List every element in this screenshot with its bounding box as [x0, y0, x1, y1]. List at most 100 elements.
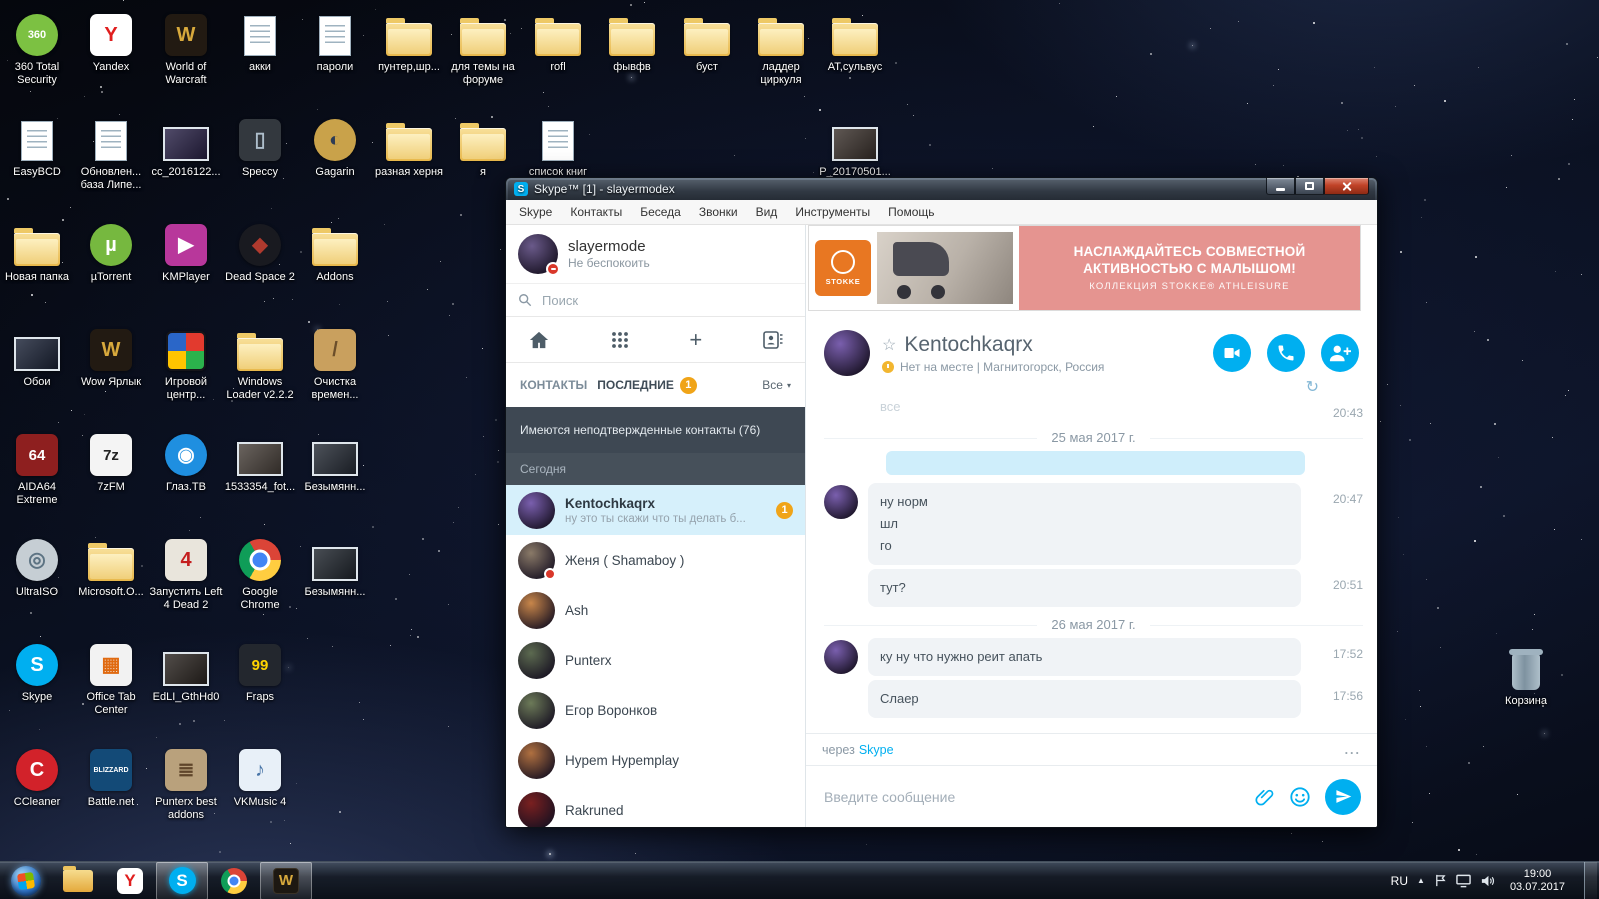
filter-dropdown[interactable]: Все ▾: [762, 378, 791, 392]
menu-contacts[interactable]: Контакты: [561, 201, 631, 223]
taskbar-button-yandex[interactable]: Y: [104, 862, 156, 899]
desktop-icon-ат-сульвус[interactable]: АТ,сульвус: [818, 6, 892, 74]
desktop-icon-акки[interactable]: акки: [223, 6, 297, 74]
tab-recent[interactable]: ПОСЛЕДНИЕ 1: [597, 376, 697, 394]
desktop-icon-для-темы-на-форуме[interactable]: для темы на форуме: [446, 6, 520, 87]
desktop-icon-torrent[interactable]: µ µTorrent: [74, 216, 148, 284]
clock[interactable]: 19:00 03.07.2017: [1504, 868, 1571, 894]
desktop-icon-запустить-left-4-dead-2[interactable]: 4 Запустить Left 4 Dead 2: [149, 531, 223, 612]
menu-help[interactable]: Помощь: [879, 201, 943, 223]
desktop-icon-edli-gthhd0[interactable]: EdLI_GthHd0: [149, 636, 223, 704]
taskbar-button-chrome[interactable]: [208, 862, 260, 899]
desktop-icon-gagarin[interactable]: ◐ Gagarin: [298, 111, 372, 179]
favorite-star-icon[interactable]: ☆: [882, 335, 896, 355]
desktop-icon-microsoft-o[interactable]: Microsoft.O...: [74, 531, 148, 599]
contact-ash[interactable]: Ash: [506, 585, 805, 635]
desktop-icon-rofl[interactable]: rofl: [521, 6, 595, 74]
close-button[interactable]: [1324, 178, 1369, 195]
desktop-icon-battle-net[interactable]: BLIZZARD Battle.net: [74, 741, 148, 809]
desktop-icon-разная-херня[interactable]: разная херня: [372, 111, 446, 179]
via-skype-link[interactable]: Skype: [859, 743, 894, 757]
desktop-icon-kmplayer[interactable]: ▶ KMPlayer: [149, 216, 223, 284]
desktop-icon-пунтер-шр[interactable]: пунтер,шр...: [372, 6, 446, 74]
menu-tools[interactable]: Инструменты: [786, 201, 879, 223]
attach-file-button[interactable]: [1255, 787, 1275, 807]
taskbar-button-wow[interactable]: W: [260, 861, 312, 899]
desktop-icon-1533354-fot[interactable]: 1533354_fot...: [223, 426, 297, 494]
desktop-icon-7zfm[interactable]: 7z 7zFM: [74, 426, 148, 494]
desktop-icon-vkmusic-4[interactable]: ♪ VKMusic 4: [223, 741, 297, 809]
desktop-icon-yandex[interactable]: Y Yandex: [74, 6, 148, 74]
desktop-icon-fraps[interactable]: 99 Fraps: [223, 636, 297, 704]
desktop-icon-обновлен-база-липе[interactable]: Обновлен... база Липе...: [74, 111, 148, 192]
contact-hypem-hypemplay[interactable]: Hypem Hypemplay: [506, 735, 805, 785]
desktop-icon-безымянн[interactable]: Безымянн...: [298, 426, 372, 494]
network-button[interactable]: [1456, 874, 1471, 888]
window-titlebar[interactable]: S Skype™ [1] - slayermodex: [506, 178, 1377, 200]
taskbar-button-start[interactable]: [0, 862, 52, 899]
dialpad-button[interactable]: [611, 331, 629, 349]
menu-calls[interactable]: Звонки: [690, 201, 747, 223]
sync-icon[interactable]: ↻: [1306, 377, 1319, 397]
language-indicator[interactable]: RU: [1391, 874, 1408, 888]
taskbar-button-skype[interactable]: S: [156, 861, 208, 899]
contact-kentochkaqrx[interactable]: Kentochkaqrx ну это ты скажи что ты делат…: [506, 485, 805, 535]
desktop-icon-google-chrome[interactable]: Google Chrome: [223, 531, 297, 612]
desktop-icon-360-total-security[interactable]: 360 360 Total Security: [0, 6, 74, 87]
conversation-options-button[interactable]: ...: [1345, 743, 1361, 757]
maximize-button[interactable]: [1295, 178, 1324, 195]
volume-button[interactable]: [1480, 874, 1495, 888]
contact-punterx[interactable]: Punterx: [506, 635, 805, 685]
message-history[interactable]: все 20:43 25 мая 2017 г. ну норм шл го 20:47 ту…: [806, 395, 1377, 733]
emoticon-button[interactable]: [1289, 786, 1311, 808]
desktop-icon-easybcd[interactable]: EasyBCD: [0, 111, 74, 179]
desktop-icon-p-20170501[interactable]: P_20170501...: [818, 111, 892, 179]
show-desktop-button[interactable]: [1584, 861, 1597, 899]
hidden-icons-arrow[interactable]: ▲: [1417, 876, 1425, 885]
desktop-icon-windows-loader-v2-2-2[interactable]: Windows Loader v2.2.2: [223, 321, 297, 402]
desktop-icon-обои[interactable]: Обои: [0, 321, 74, 389]
call-button[interactable]: [1267, 334, 1305, 372]
menu-view[interactable]: Вид: [747, 201, 787, 223]
desktop-icon-addons[interactable]: Addons: [298, 216, 372, 284]
minimize-button[interactable]: [1266, 178, 1295, 195]
desktop-icon-dead-space-2[interactable]: ◆ Dead Space 2: [223, 216, 297, 284]
desktop-icon-фывфв[interactable]: фывфв: [595, 6, 669, 74]
desktop-icon-aida64-extreme[interactable]: 64 AIDA64 Extreme: [0, 426, 74, 507]
desktop-icon-буст[interactable]: буст: [670, 6, 744, 74]
desktop-icon-cc-2016122[interactable]: cc_2016122...: [149, 111, 223, 179]
ad-banner[interactable]: STOKKE НАСЛАЖДАЙТЕСЬ СОВМЕСТНОЙ АКТИВНОС…: [808, 225, 1361, 311]
desktop-icon-игровой-центр[interactable]: Игровой центр...: [149, 321, 223, 402]
desktop-icon-office-tab-center[interactable]: ▦ Office Tab Center: [74, 636, 148, 717]
contact-rakruned[interactable]: Rakruned: [506, 785, 805, 827]
directory-button[interactable]: [763, 330, 783, 349]
desktop-icon-глаз-тв[interactable]: ◉ Глаз.ТВ: [149, 426, 223, 494]
menu-skype[interactable]: Skype: [510, 201, 561, 223]
desktop-icon-я[interactable]: я: [446, 111, 520, 179]
home-button[interactable]: [528, 330, 550, 350]
contact-егор-воронков[interactable]: Егор Воронков: [506, 685, 805, 735]
desktop-icon-punterx-best-addons[interactable]: ≣ Punterx best addons: [149, 741, 223, 822]
desktop-icon-ладдер-циркуля[interactable]: ладдер циркуля: [744, 6, 818, 87]
desktop-icon-ccleaner[interactable]: C CCleaner: [0, 741, 74, 809]
video-call-button[interactable]: [1213, 334, 1251, 372]
desktop-icon-очистка-времен[interactable]: / Очистка времен...: [298, 321, 372, 402]
search-input[interactable]: [540, 291, 793, 309]
desktop-icon-ultraiso[interactable]: ◎ UltraISO: [0, 531, 74, 599]
message-input[interactable]: [822, 787, 1241, 806]
desktop-icon-пароли[interactable]: пароли: [298, 6, 372, 74]
send-button[interactable]: [1325, 778, 1361, 815]
desktop-icon-wow-ярлык[interactable]: W Wow Ярлык: [74, 321, 148, 389]
tab-contacts[interactable]: КОНТАКТЫ: [520, 378, 587, 392]
desktop-icon-безымянн[interactable]: Безымянн...: [298, 531, 372, 599]
desktop-icon-world-of-warcraft[interactable]: W World of Warcraft: [149, 6, 223, 87]
taskbar-button-explorer[interactable]: [52, 862, 104, 899]
contact-женя-shamaboy[interactable]: Женя ( Shamaboy ): [506, 535, 805, 585]
action-center-button[interactable]: [1434, 874, 1447, 887]
desktop-icon-корзина[interactable]: Корзина: [1489, 640, 1563, 708]
add-participant-button[interactable]: [1321, 334, 1359, 372]
desktop-icon-новая-папка[interactable]: Новая папка: [0, 216, 74, 284]
menu-conversation[interactable]: Беседа: [631, 201, 690, 223]
desktop-icon-speccy[interactable]: ▯ Speccy: [223, 111, 297, 179]
desktop-icon-список-книг[interactable]: список книг: [521, 111, 595, 179]
